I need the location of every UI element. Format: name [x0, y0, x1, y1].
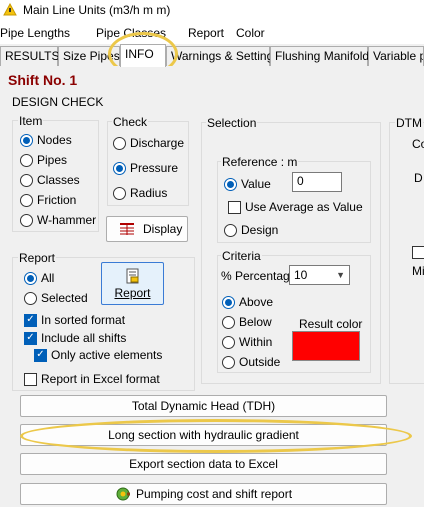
chevron-down-icon: ▼	[336, 270, 345, 280]
radio-criteria-outside[interactable]: Outside	[222, 355, 280, 369]
radio-criteria-within[interactable]: Within	[222, 335, 272, 349]
radio-criteria-within-indicator[interactable]	[222, 335, 235, 349]
radio-radius[interactable]: Radius	[113, 186, 167, 200]
tab-flushing-manifolds[interactable]: Flushing Manifolds	[270, 46, 375, 66]
report-group-label: Report	[18, 251, 57, 265]
reference-group-label: Reference : m	[221, 155, 299, 169]
radio-pipes-indicator[interactable]	[20, 153, 33, 167]
criteria-group-label: Criteria	[221, 249, 262, 263]
radio-classes-indicator[interactable]	[20, 173, 33, 187]
radio-reference-value-indicator[interactable]	[224, 177, 237, 191]
checkbox-sorted-format[interactable]: ✓ In sorted format	[24, 313, 125, 327]
radio-reference-design[interactable]: Design	[224, 223, 278, 237]
radio-classes[interactable]: Classes	[20, 173, 80, 187]
checkbox-only-active[interactable]: ✓ Only active elements	[34, 348, 162, 362]
pumping-cost-button[interactable]: Pumping cost and shift report	[20, 483, 387, 505]
design-check-label: DESIGN CHECK	[12, 95, 104, 109]
radio-discharge[interactable]: Discharge	[113, 136, 184, 150]
radio-reference-value[interactable]: Value	[224, 177, 271, 191]
export-section-button[interactable]: Export section data to Excel	[20, 453, 387, 475]
pump-icon	[116, 487, 130, 501]
tdh-button[interactable]: Total Dynamic Head (TDH)	[20, 395, 387, 417]
shift-title: Shift No. 1	[8, 72, 78, 88]
result-color-swatch[interactable]	[292, 331, 360, 361]
report-button[interactable]: Report	[101, 262, 164, 305]
percentage-select-value: 10	[294, 268, 308, 282]
checkbox-excel-format-box[interactable]	[24, 372, 37, 386]
table-icon	[120, 223, 134, 235]
radio-friction[interactable]: Friction	[20, 193, 76, 207]
selection-group-label: Selection	[206, 116, 258, 130]
radio-nodes[interactable]: Nodes	[20, 133, 72, 147]
app-logo-icon	[3, 3, 17, 16]
radio-criteria-below-indicator[interactable]	[222, 315, 235, 329]
percentage-select[interactable]: 10 ▼	[289, 265, 350, 285]
radio-reference-design-indicator[interactable]	[224, 223, 237, 237]
menu-color[interactable]: Color	[236, 26, 265, 40]
menu-report[interactable]: Report	[188, 26, 224, 40]
tab-warnings-settings[interactable]: Warnings & Settings	[166, 46, 279, 66]
checkbox-include-all-shifts-box[interactable]: ✓	[24, 331, 37, 345]
check-group-label: Check	[112, 115, 149, 129]
menu-pipe-lengths[interactable]: Pipe Lengths	[0, 26, 70, 40]
checkbox-excel-format[interactable]: Report in Excel format	[24, 372, 160, 386]
tab-results[interactable]: RESULTS	[0, 46, 59, 66]
radio-pressure-indicator[interactable]	[113, 161, 126, 175]
reference-value-input[interactable]: 0	[292, 172, 342, 192]
radio-criteria-outside-indicator[interactable]	[222, 355, 235, 369]
radio-nodes-indicator[interactable]	[20, 133, 33, 147]
checkbox-use-average-box[interactable]	[228, 200, 241, 214]
radio-criteria-above[interactable]: Above	[222, 295, 273, 309]
percentage-label: % Percentage	[221, 269, 297, 283]
display-button[interactable]: Display	[106, 216, 188, 242]
radio-friction-indicator[interactable]	[20, 193, 33, 207]
menu-pipe-classes[interactable]: Pipe Classes	[96, 26, 166, 40]
radio-report-all-indicator[interactable]	[24, 271, 37, 285]
dtm-fragment-mi: Mi	[412, 264, 424, 278]
radio-pipes[interactable]: Pipes	[20, 153, 67, 167]
result-color-label: Result color	[299, 317, 363, 331]
tab-variable-pressure[interactable]: Variable pr	[368, 46, 424, 66]
report-document-icon	[126, 268, 138, 283]
dtm-fragment-co: Co	[412, 137, 424, 151]
radio-whammer[interactable]: W-hammer	[20, 213, 96, 227]
radio-discharge-indicator[interactable]	[113, 136, 126, 150]
long-section-button[interactable]: Long section with hydraulic gradient	[20, 424, 387, 446]
radio-criteria-below[interactable]: Below	[222, 315, 272, 329]
dtm-fragment-d: D	[414, 171, 423, 185]
dtm-group-label: DTM	[395, 116, 423, 130]
radio-whammer-indicator[interactable]	[20, 213, 33, 227]
checkbox-only-active-box[interactable]: ✓	[34, 348, 47, 362]
checkbox-sorted-format-box[interactable]: ✓	[24, 313, 37, 327]
radio-report-selected[interactable]: Selected	[24, 291, 88, 305]
window-title: Main Line Units (m3/h m m)	[23, 3, 171, 17]
checkbox-use-average[interactable]: Use Average as Value	[228, 200, 363, 214]
dtm-checkbox[interactable]	[412, 246, 424, 259]
radio-criteria-above-indicator[interactable]	[222, 295, 235, 309]
tab-size-pipes[interactable]: Size Pipes	[58, 46, 120, 66]
tab-info[interactable]: INFO	[120, 44, 166, 67]
item-group-label: Item	[18, 114, 44, 128]
radio-pressure[interactable]: Pressure	[113, 161, 178, 175]
radio-report-all[interactable]: All	[24, 271, 54, 285]
radio-report-selected-indicator[interactable]	[24, 291, 37, 305]
radio-radius-indicator[interactable]	[113, 186, 126, 200]
checkbox-include-all-shifts[interactable]: ✓ Include all shifts	[24, 331, 126, 345]
